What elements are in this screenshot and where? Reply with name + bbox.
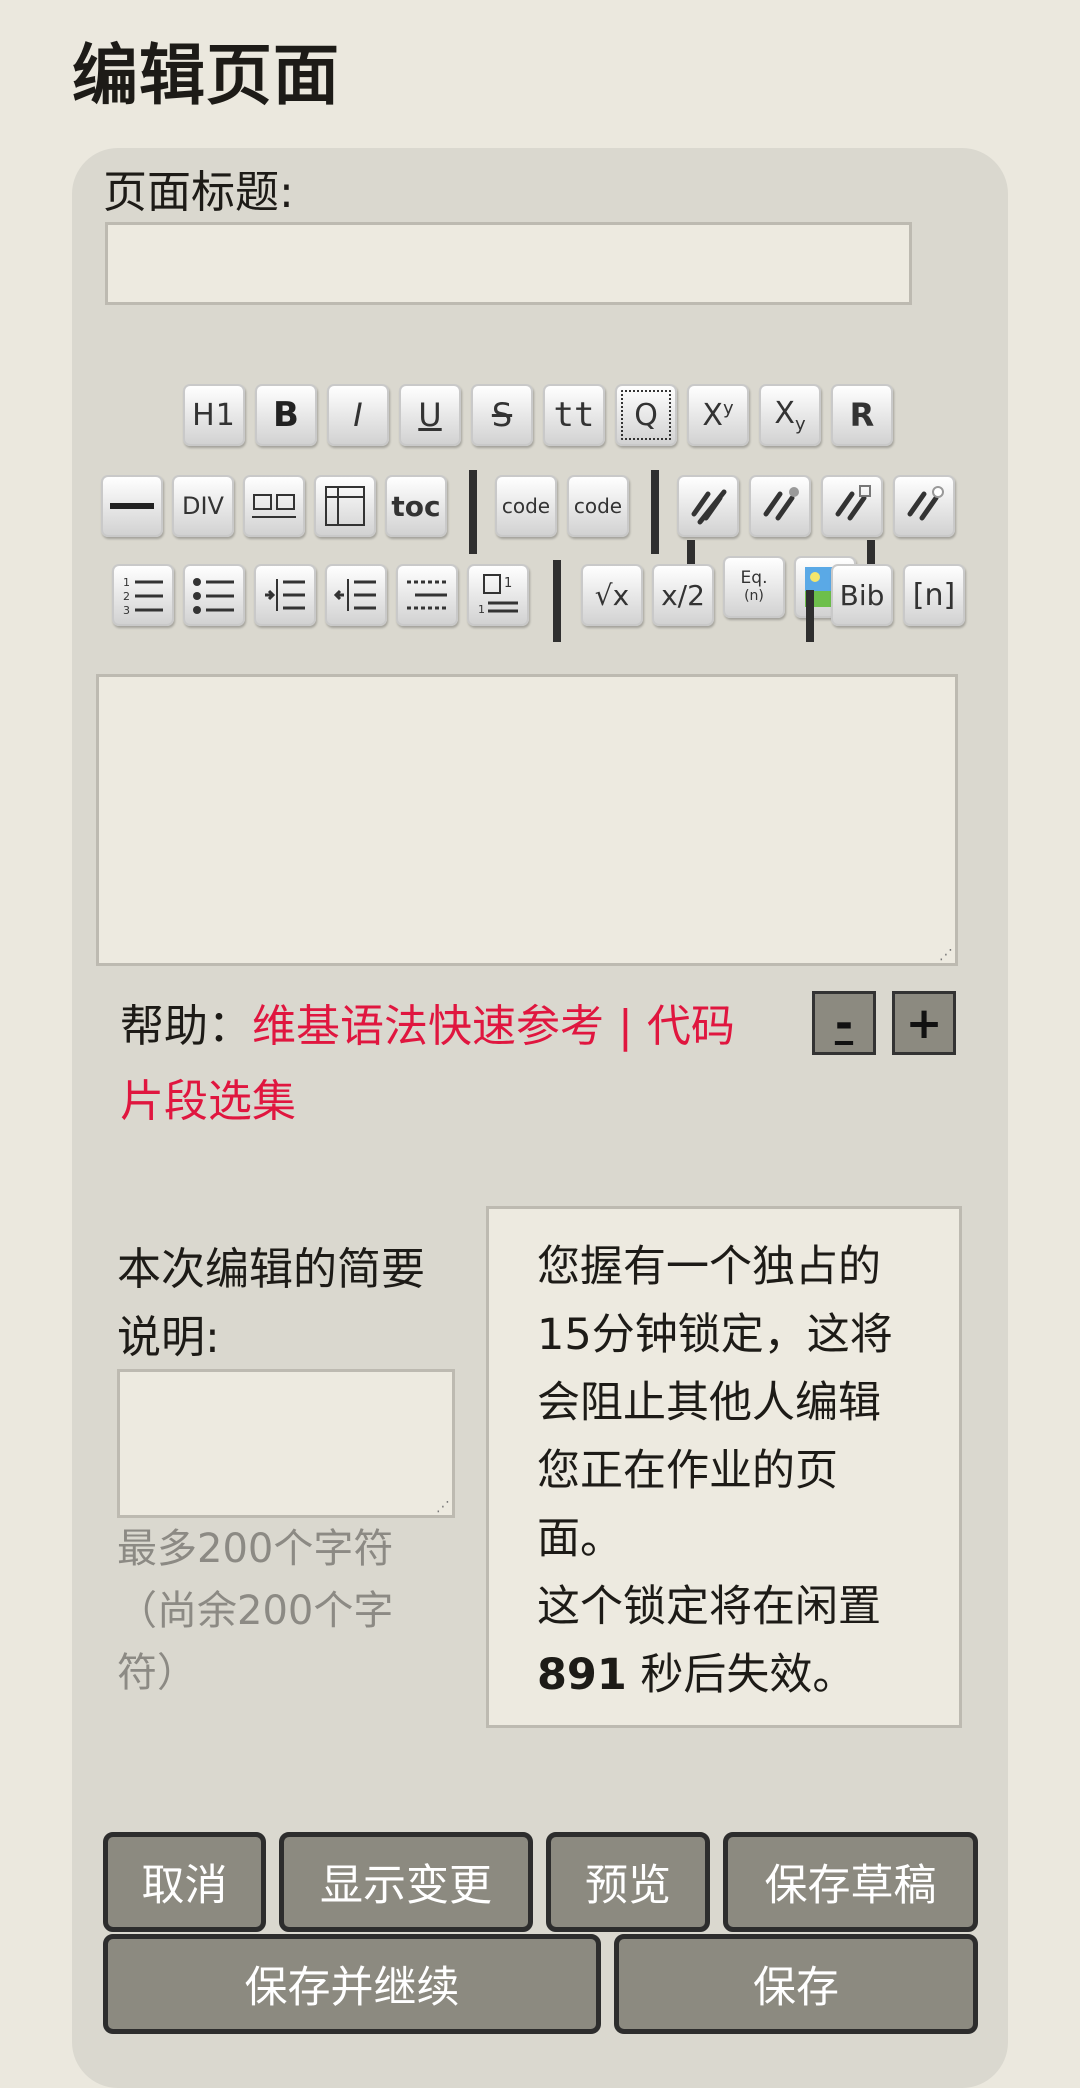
horizontal-rule-icon: [110, 501, 154, 511]
table-icon: [324, 485, 366, 527]
footnote-icon: 11: [476, 573, 520, 617]
equation-ref-button[interactable]: Eq. (n): [723, 556, 785, 618]
link-page-button[interactable]: [893, 475, 955, 537]
resize-handle-icon[interactable]: ⋰: [436, 1499, 450, 1515]
bullet-list-button[interactable]: [183, 564, 245, 626]
svg-text:1: 1: [123, 576, 130, 589]
footnote-button[interactable]: 11: [467, 564, 529, 626]
definition-list-button[interactable]: [396, 564, 458, 626]
cancel-button[interactable]: 取消: [103, 1832, 266, 1932]
link-anchor-button[interactable]: [749, 475, 811, 537]
h1-button[interactable]: H1: [183, 384, 245, 446]
show-changes-button[interactable]: 显示变更: [279, 1832, 533, 1932]
bullet-list-icon: [192, 573, 236, 617]
page-title: 编辑页面: [72, 37, 340, 114]
strikethrough-icon: S: [491, 396, 513, 434]
resize-handle-icon[interactable]: ⋰: [939, 947, 953, 963]
subscript-button[interactable]: Xy: [759, 384, 821, 446]
link-page-icon: [902, 484, 946, 528]
title-field-label: 页面标题:: [103, 167, 294, 218]
svg-text:2: 2: [123, 590, 130, 603]
div-icon: DIV: [182, 492, 224, 520]
bibliography-button[interactable]: Bib: [831, 564, 893, 626]
link-external-icon: [830, 484, 874, 528]
quote-icon: Q: [634, 397, 658, 433]
indent-button[interactable]: [254, 564, 316, 626]
outdent-button[interactable]: [325, 564, 387, 626]
inline-math-icon: x/2: [661, 578, 705, 612]
lock-seconds-remaining: 891: [537, 1650, 627, 1700]
inline-math-button[interactable]: x/2: [652, 564, 714, 626]
math-icon: √x: [594, 578, 630, 612]
citation-icon: [n]: [912, 577, 956, 613]
subscript-icon: Xy: [774, 395, 806, 435]
help-divider: |: [618, 1001, 633, 1052]
toolbar-separator: [651, 470, 659, 554]
character-counter: 最多200个字符 （尚余200个字 符）: [117, 1526, 394, 1696]
teletype-button[interactable]: tt: [543, 384, 605, 446]
indent-icon: [263, 573, 307, 617]
italic-icon: I: [353, 396, 363, 434]
svg-text:1: 1: [478, 603, 485, 616]
toolbar-separator: [553, 560, 561, 642]
svg-text:1: 1: [504, 576, 512, 591]
underline-icon: U: [418, 396, 442, 434]
save-and-continue-button[interactable]: 保存并继续: [103, 1934, 601, 2034]
citation-button[interactable]: [n]: [903, 564, 965, 626]
code-button[interactable]: code: [495, 475, 557, 537]
columns-icon: [252, 491, 296, 521]
quick-reference-link[interactable]: 维基语法快速参考: [252, 1001, 604, 1052]
help-label: 帮助：: [120, 1001, 252, 1052]
math-button[interactable]: √x: [581, 564, 643, 626]
code-block-button[interactable]: code: [567, 475, 629, 537]
link-button[interactable]: [677, 475, 739, 537]
toc-icon: toc: [391, 489, 441, 523]
definition-list-icon: [405, 573, 449, 617]
shrink-editor-button[interactable]: -: [812, 991, 876, 1055]
lock-notice: 您握有一个独占的 15分钟锁定，这将 会阻止其他人编辑 您正在作业的页 面。 这…: [486, 1206, 962, 1728]
summary-label: 本次编辑的简要 说明:: [117, 1244, 425, 1363]
strikethrough-button[interactable]: S: [471, 384, 533, 446]
italic-button[interactable]: I: [327, 384, 389, 446]
grow-editor-button[interactable]: +: [892, 991, 956, 1055]
help-row: 帮助：维基语法快速参考 | 代码 片段选集: [120, 994, 760, 1144]
bold-button[interactable]: B: [255, 384, 317, 446]
div-button[interactable]: DIV: [172, 475, 234, 537]
horizontal-rule-button[interactable]: [101, 475, 163, 537]
numbered-list-icon: 123: [121, 573, 165, 617]
link-external-button[interactable]: [821, 475, 883, 537]
table-button[interactable]: [314, 475, 376, 537]
quote-button[interactable]: Q: [615, 384, 677, 446]
link-icon: [686, 484, 730, 528]
bibliography-icon: Bib: [839, 578, 885, 612]
equation-ref-icon: Eq. (n): [740, 568, 768, 604]
preview-button[interactable]: 预览: [546, 1832, 710, 1932]
raw-button[interactable]: R: [831, 384, 893, 446]
code-block-icon: code: [573, 494, 623, 518]
bold-icon: B: [273, 395, 299, 435]
superscript-icon: Xy: [702, 397, 734, 433]
toolbar-separator: [806, 590, 814, 642]
save-button[interactable]: 保存: [614, 1934, 978, 2034]
superscript-button[interactable]: Xy: [687, 384, 749, 446]
link-anchor-icon: [758, 484, 802, 528]
numbered-list-button[interactable]: 123: [112, 564, 174, 626]
minus-icon: -: [834, 997, 854, 1049]
columns-button[interactable]: [243, 475, 305, 537]
toc-button[interactable]: toc: [385, 475, 447, 537]
summary-input[interactable]: ⋰: [117, 1369, 455, 1518]
code-icon: code: [501, 494, 551, 518]
underline-button[interactable]: U: [399, 384, 461, 446]
toolbar-separator: [469, 470, 477, 554]
svg-text:3: 3: [123, 604, 130, 617]
title-input[interactable]: [105, 222, 912, 305]
content-editor[interactable]: ⋰: [96, 674, 958, 966]
teletype-icon: tt: [553, 395, 595, 435]
raw-icon: R: [849, 396, 875, 434]
plus-icon: +: [905, 997, 943, 1049]
save-draft-button[interactable]: 保存草稿: [723, 1832, 978, 1932]
outdent-icon: [334, 573, 378, 617]
h1-icon: H1: [192, 397, 236, 433]
